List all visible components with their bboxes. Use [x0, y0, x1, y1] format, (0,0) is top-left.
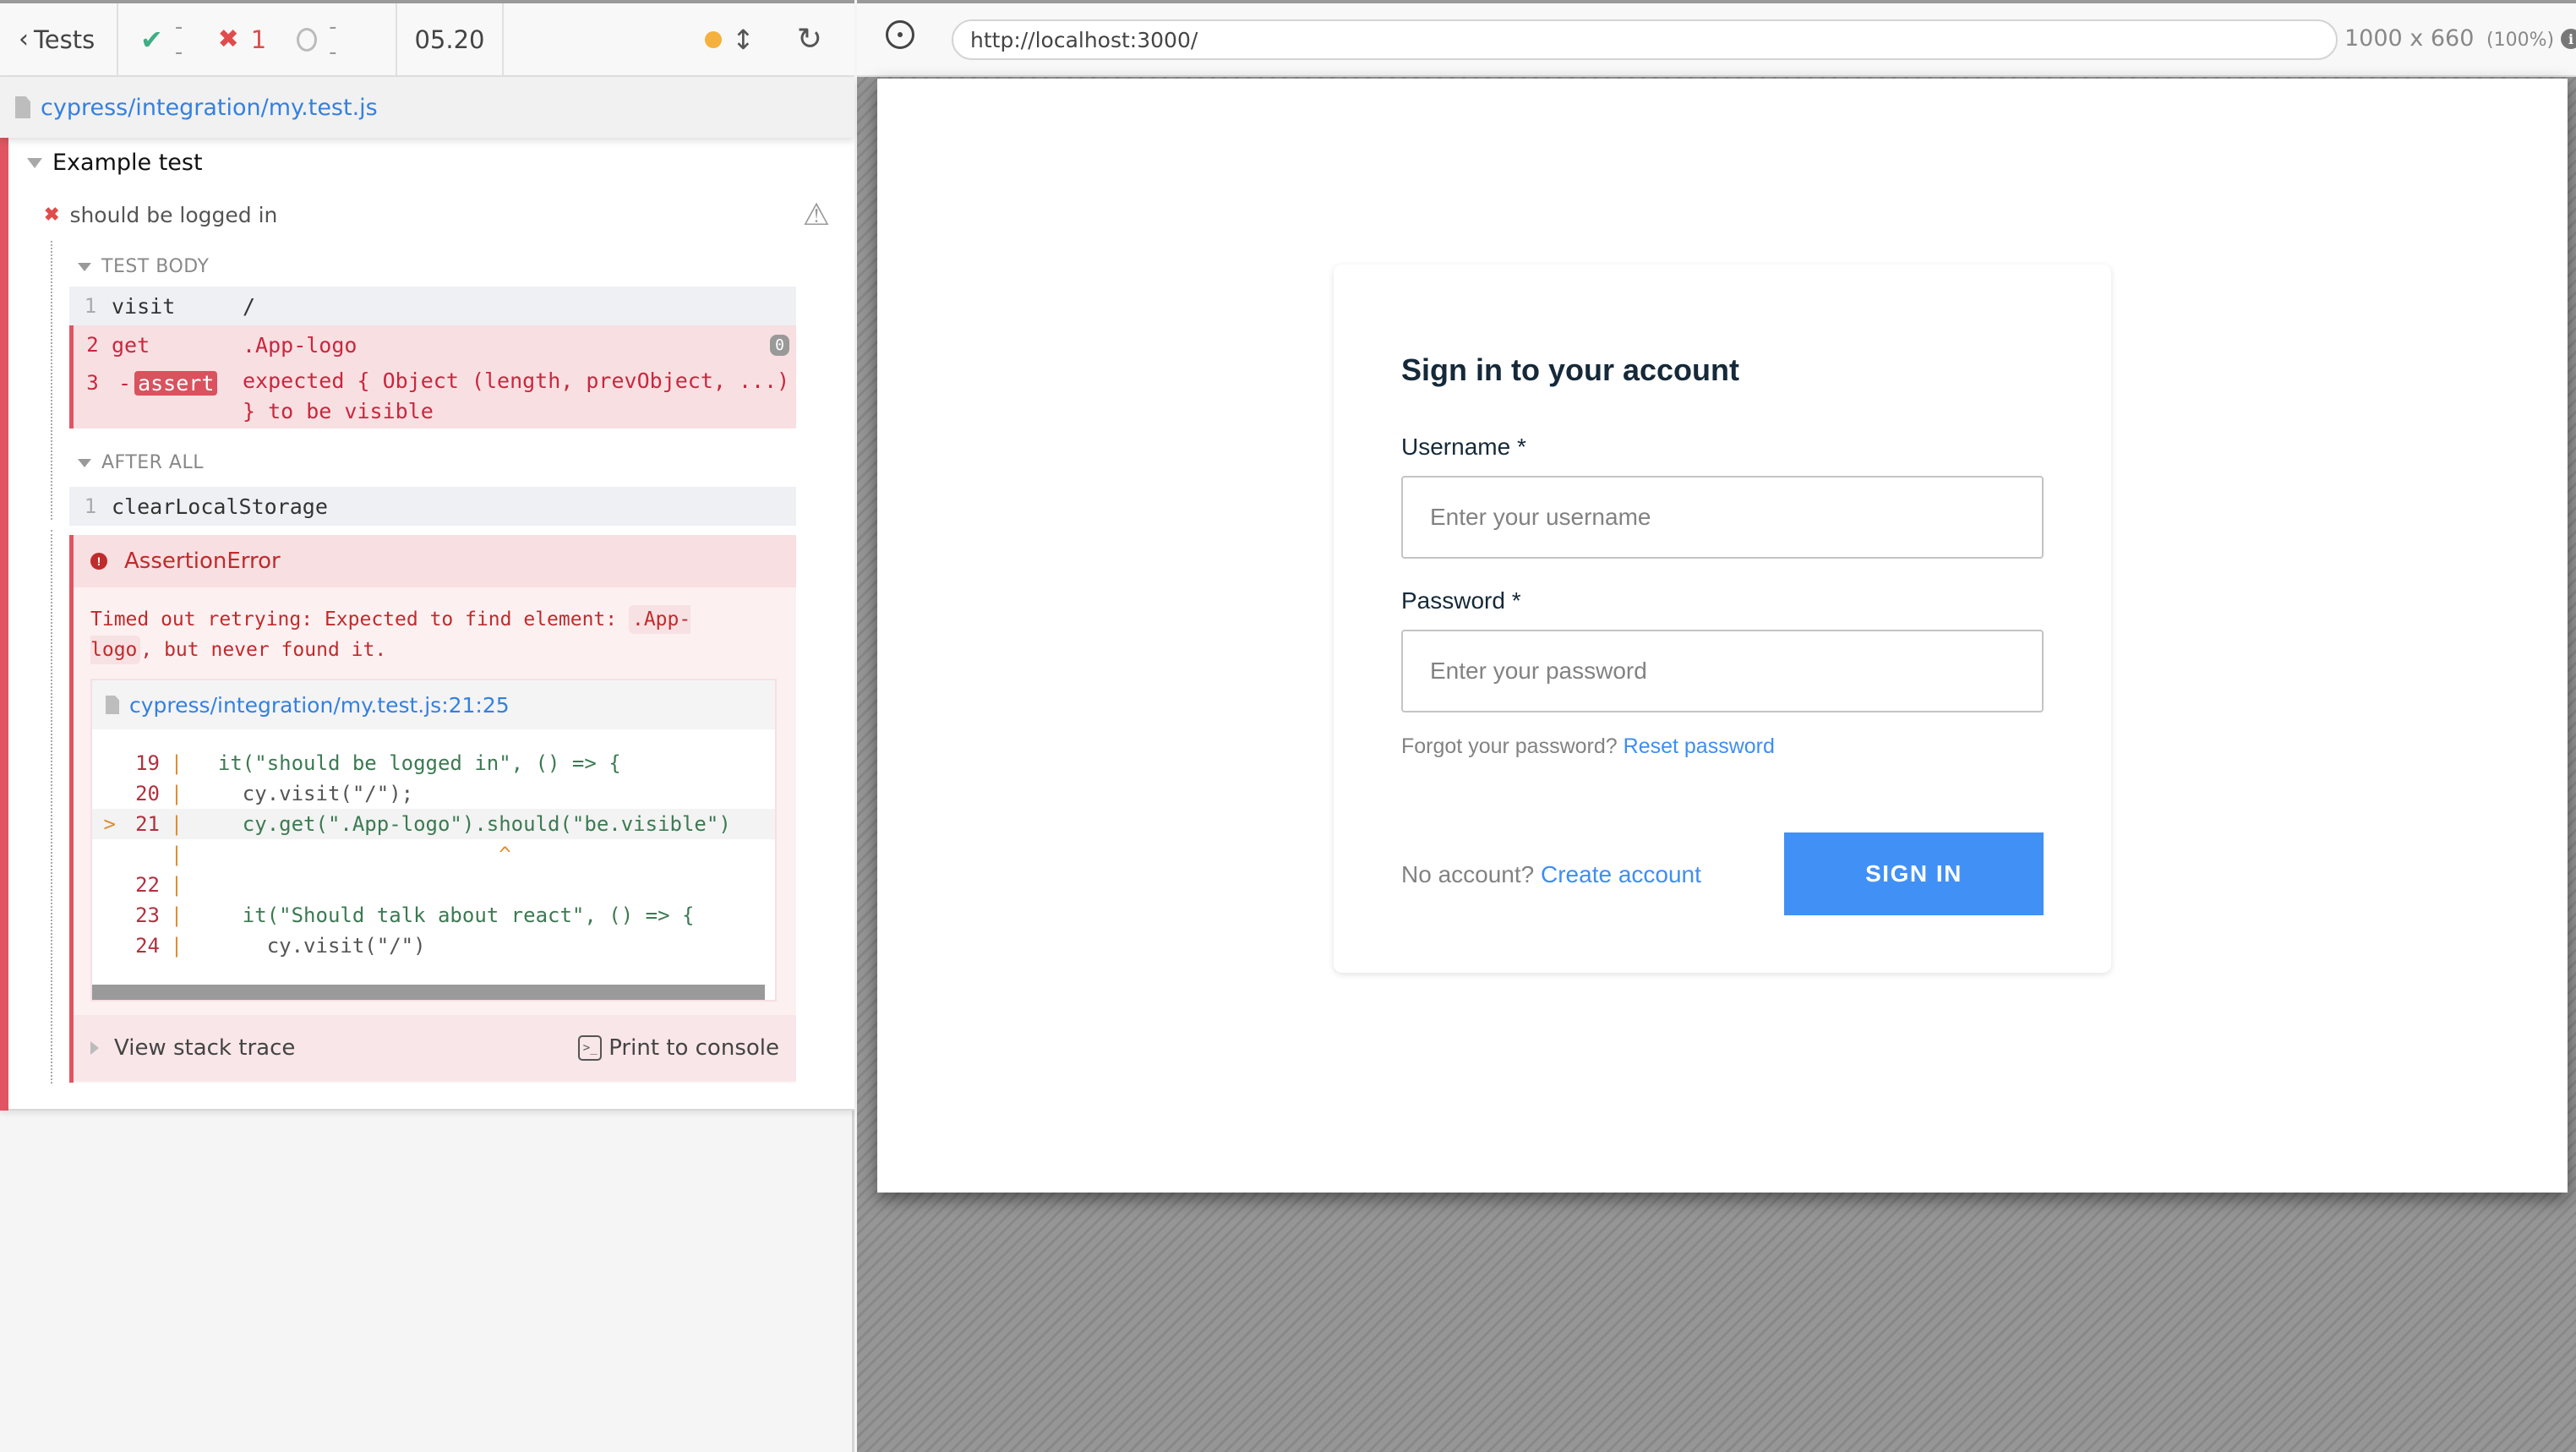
reporter-header: ‹ Tests ✔ -- ✖ 1 -- 05.20 ↕ ↻: [0, 0, 854, 77]
chevron-left-icon: ‹: [19, 25, 29, 54]
create-account-link[interactable]: Create account: [1541, 861, 1701, 887]
code-line: | ^: [170, 843, 511, 866]
check-icon: ✔: [140, 23, 163, 56]
test-header[interactable]: ✖ should be logged in ⚠: [44, 197, 830, 232]
code-lines: 19 | it("should be logged in", () => { 20…: [92, 748, 775, 961]
hook-test-body[interactable]: TEST BODY: [78, 256, 209, 277]
reporter-panel: ‹ Tests ✔ -- ✖ 1 -- 05.20 ↕ ↻ cypress/in…: [0, 0, 854, 1452]
failed-commands: 2 get .App-logo 0 3 - assert expected { …: [69, 325, 796, 429]
passed-stat: ✔ --: [140, 14, 183, 65]
username-input[interactable]: [1401, 476, 2044, 559]
circle-icon: [297, 27, 318, 52]
caret-down-icon: [27, 157, 42, 168]
warning-icon: ⚠: [802, 197, 830, 232]
password-input[interactable]: [1401, 630, 2044, 712]
code-line: 23 | it("Should talk about react", () => …: [135, 903, 695, 927]
code-line: 24 | cy.visit("/"): [135, 934, 426, 958]
code-line-highlighted: >21 | cy.get(".App-logo").should("be.visi…: [92, 809, 775, 839]
error-footer: View stack trace >_ Print to console: [74, 1015, 796, 1081]
auto-scroll-toggle[interactable]: ↕: [732, 24, 755, 56]
error-message: Timed out retrying: Expected to find ele…: [90, 604, 750, 665]
username-label: Username *: [1401, 434, 1526, 460]
x-icon: ✖: [44, 204, 60, 225]
spec-file-link[interactable]: cypress/integration/my.test.js: [41, 95, 378, 121]
code-frame-header: cypress/integration/my.test.js:21:25: [92, 680, 775, 729]
sign-in-card: Sign in to your account Username * Passw…: [1334, 265, 2111, 973]
sign-in-button[interactable]: SIGN IN: [1784, 832, 2044, 915]
aut-header: 1000 x 660 (100%) i: [857, 0, 2576, 77]
test-body-commands: 1 visit / 2 get .App-logo 0 3 - assert e…: [69, 287, 796, 572]
error-guide-line: [51, 530, 52, 1084]
file-icon: [106, 696, 119, 714]
hook-guide-line: [51, 241, 52, 520]
reset-password-link[interactable]: Reset password: [1624, 734, 1775, 758]
error-header: ! AssertionError: [74, 535, 796, 587]
info-icon[interactable]: i: [2561, 29, 2576, 49]
sign-in-title: Sign in to your account: [1401, 352, 1740, 387]
caret-down-icon: [78, 262, 91, 271]
runnables: Example test ✖ should be logged in ⚠ TES…: [0, 138, 854, 1111]
viewport-size: 1000 x 660 (100%): [2344, 25, 2555, 52]
status-dot-icon: [705, 30, 723, 48]
code-line: 20 | cy.visit("/");: [135, 782, 414, 805]
forgot-password-row: Forgot your password? Reset password: [1401, 734, 1775, 758]
element-count-badge: 0: [770, 334, 789, 356]
selector-playground-icon[interactable]: [886, 20, 914, 49]
exclamation-circle-icon: !: [90, 553, 107, 570]
code-frame-file-link[interactable]: cypress/integration/my.test.js:21:25: [129, 693, 510, 718]
failed-indicator-bar: [0, 138, 8, 1111]
hook-after-all[interactable]: AFTER ALL: [78, 452, 204, 473]
duration: 05.20: [397, 3, 504, 75]
suite-header[interactable]: Example test: [27, 150, 203, 176]
code-frame: cypress/integration/my.test.js:21:25 19 |…: [90, 679, 777, 1002]
command-row[interactable]: 1 visit /: [69, 287, 796, 325]
code-line: 19 | it("should be logged in", () => {: [135, 751, 621, 775]
code-line: 22 |: [135, 873, 183, 897]
file-icon: [15, 96, 30, 118]
app-iframe: Sign in to your account Username * Passw…: [877, 79, 2568, 1193]
x-icon: ✖: [217, 25, 239, 54]
back-to-tests-button[interactable]: ‹ Tests: [0, 3, 118, 75]
spec-file-bar: cypress/integration/my.test.js: [0, 77, 854, 138]
code-frame-scrollbar[interactable]: [92, 985, 765, 1000]
stats: ✔ -- ✖ 1 --: [118, 3, 397, 75]
password-label: Password *: [1401, 587, 1521, 614]
restart-icon[interactable]: ↻: [797, 22, 822, 57]
caret-right-icon: [90, 1041, 99, 1055]
assert-badge: assert: [134, 371, 218, 396]
print-to-console-button[interactable]: >_ Print to console: [578, 1035, 779, 1061]
pending-stat: --: [297, 14, 348, 65]
command-row[interactable]: 2 get .App-logo 0: [74, 325, 796, 364]
command-row[interactable]: 1 clearLocalStorage: [69, 487, 796, 526]
create-account-row: No account? Create account: [1401, 861, 1701, 887]
url-input[interactable]: [952, 19, 2338, 60]
failed-stat: ✖ 1: [217, 25, 267, 54]
command-row[interactable]: 3 - assert expected { Object (length, pr…: [74, 364, 796, 429]
error-panel: ! AssertionError Timed out retrying: Exp…: [69, 535, 796, 1083]
caret-down-icon: [78, 458, 91, 467]
terminal-icon: >_: [578, 1035, 603, 1061]
view-stack-trace-toggle[interactable]: View stack trace: [90, 1035, 295, 1061]
